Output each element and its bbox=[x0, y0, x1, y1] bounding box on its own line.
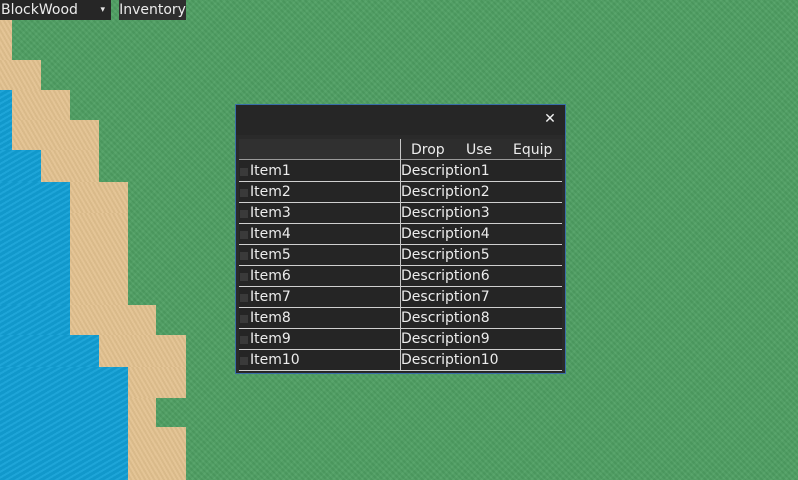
item-name: Item6 bbox=[250, 268, 291, 284]
row-selector-icon bbox=[240, 294, 248, 302]
sand-tile bbox=[12, 90, 70, 120]
block-type-selected: BlockWood bbox=[1, 2, 78, 18]
item-name: Item8 bbox=[250, 310, 291, 326]
row-selector-icon bbox=[240, 231, 248, 239]
item-name: Item5 bbox=[250, 247, 291, 263]
sand-tile bbox=[12, 120, 99, 150]
item-description: Description8 bbox=[401, 310, 490, 326]
name-column-header bbox=[239, 139, 400, 159]
row-selector-icon bbox=[240, 315, 248, 323]
use-button[interactable]: Use bbox=[466, 139, 492, 159]
item-description: Description2 bbox=[401, 184, 490, 200]
sand-tile bbox=[128, 398, 156, 480]
item-description: Description5 bbox=[401, 247, 490, 263]
item-name: Item7 bbox=[250, 289, 291, 305]
item-name: Item2 bbox=[250, 184, 291, 200]
water-tile bbox=[0, 305, 70, 335]
sand-tile bbox=[156, 427, 186, 480]
item-description: Description7 bbox=[401, 289, 490, 305]
row-selector-icon bbox=[240, 357, 248, 365]
item-description: Description9 bbox=[401, 331, 490, 347]
water-tile bbox=[0, 367, 128, 480]
drop-button[interactable]: Drop bbox=[411, 139, 445, 159]
equip-button[interactable]: Equip bbox=[513, 139, 552, 159]
inventory-table: Drop Use Equip Item1 Description1 Item2 Des… bbox=[239, 139, 562, 372]
water-tile bbox=[0, 335, 99, 367]
item-name: Item9 bbox=[250, 331, 291, 347]
item-name: Item1 bbox=[250, 163, 291, 179]
chevron-down-icon: ▾ bbox=[100, 5, 105, 15]
row-selector-icon bbox=[240, 273, 248, 281]
row-divider bbox=[239, 370, 562, 371]
block-type-dropdown[interactable]: BlockWood ▾ bbox=[0, 0, 111, 20]
item-description: Description10 bbox=[401, 352, 499, 368]
row-selector-icon bbox=[240, 336, 248, 344]
column-divider bbox=[400, 139, 401, 370]
sand-tile bbox=[70, 182, 128, 213]
inventory-button[interactable]: Inventory bbox=[119, 0, 186, 20]
sand-tile bbox=[70, 213, 128, 305]
close-icon[interactable]: ✕ bbox=[543, 111, 557, 127]
inventory-window-titlebar[interactable]: ✕ bbox=[236, 105, 565, 135]
item-description: Description3 bbox=[401, 205, 490, 221]
sand-tile bbox=[0, 20, 12, 60]
sand-tile bbox=[128, 367, 186, 398]
item-description: Description4 bbox=[401, 226, 490, 242]
water-tile bbox=[0, 150, 41, 182]
water-tile bbox=[0, 90, 12, 150]
row-selector-icon bbox=[240, 189, 248, 197]
item-description: Description1 bbox=[401, 163, 490, 179]
inventory-window: ✕ Drop Use Equip Item1 Description1 Item2 D… bbox=[235, 104, 566, 374]
row-selector-icon bbox=[240, 210, 248, 218]
sand-tile bbox=[41, 150, 99, 182]
water-tile bbox=[0, 182, 70, 305]
sand-tile bbox=[99, 335, 186, 367]
item-name: Item3 bbox=[250, 205, 291, 221]
item-name: Item10 bbox=[250, 352, 300, 368]
sand-tile bbox=[0, 60, 41, 90]
sand-tile bbox=[70, 305, 156, 335]
row-selector-icon bbox=[240, 168, 248, 176]
row-selector-icon bbox=[240, 252, 248, 260]
item-name: Item4 bbox=[250, 226, 291, 242]
item-description: Description6 bbox=[401, 268, 490, 284]
